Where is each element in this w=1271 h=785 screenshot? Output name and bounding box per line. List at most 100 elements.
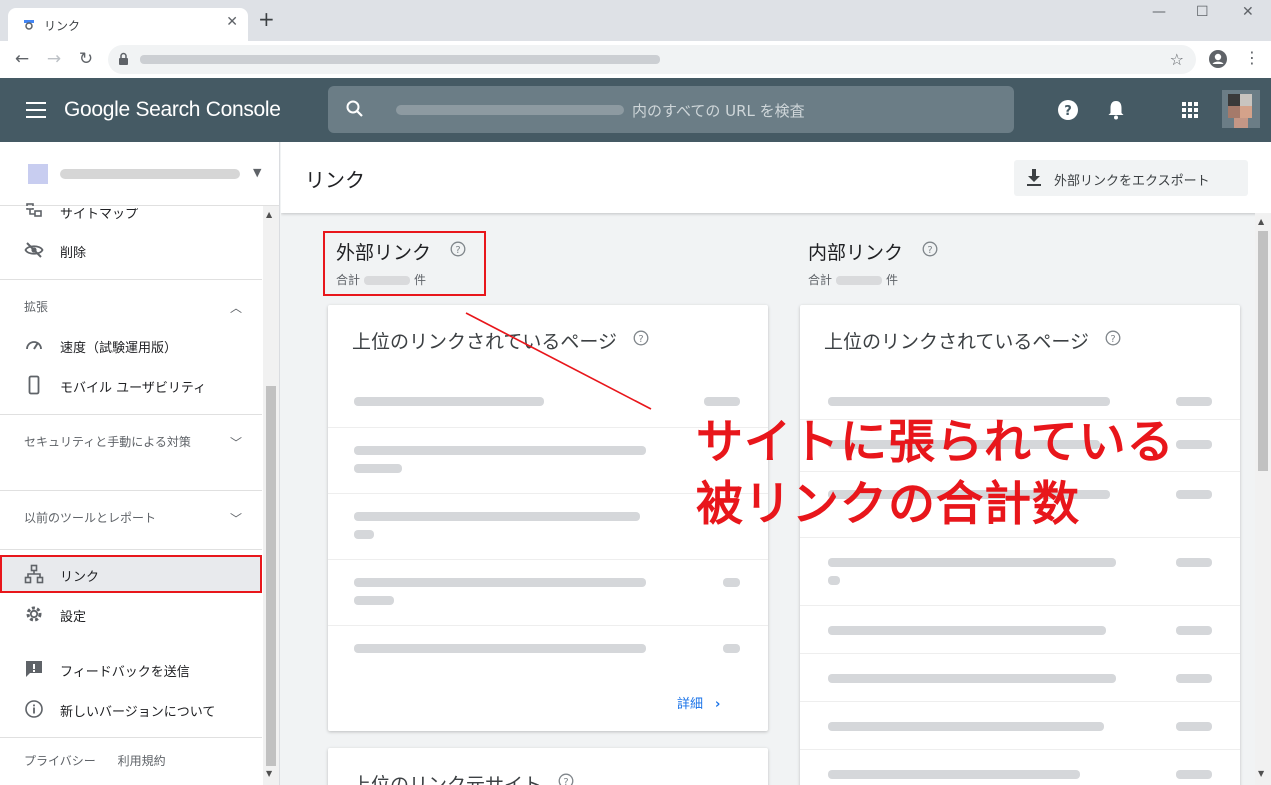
- chevron-down-icon[interactable]: ﹀: [230, 434, 242, 451]
- scrollbar-thumb[interactable]: [266, 386, 276, 766]
- tab-close-icon[interactable]: ✕: [226, 14, 238, 30]
- sidebar-item-label: フィードバックを送信: [60, 665, 190, 680]
- sitemap-icon: [26, 203, 42, 217]
- speed-icon: [26, 341, 42, 350]
- search-placeholder: 内のすべての URL を検査: [632, 102, 805, 120]
- card-title: 上位のリンク元サイト ?: [352, 770, 574, 785]
- export-external-links-button[interactable]: 外部リンクをエクスポート: [1014, 160, 1248, 196]
- search-console-favicon-icon: [24, 20, 34, 30]
- table-row[interactable]: [328, 559, 768, 625]
- internal-top-linked-pages-card: 上位のリンクされているページ ?: [800, 305, 1240, 785]
- scroll-down-icon[interactable]: ▼: [266, 769, 272, 778]
- internal-links-header: 内部リンク ? 合計件: [808, 238, 938, 288]
- back-icon[interactable]: ←: [12, 49, 32, 69]
- section-legacy-tools[interactable]: 以前のツールとレポート: [24, 508, 156, 528]
- table-row[interactable]: [800, 749, 1240, 785]
- card-title: 上位のリンクされているページ ?: [352, 327, 649, 354]
- minimize-icon[interactable]: —: [1152, 4, 1166, 20]
- forward-icon[interactable]: →: [44, 49, 64, 69]
- browser-toolbar: ← → ↻ ☆ ⋮: [0, 41, 1271, 78]
- sidebar-item-removals[interactable]: 削除: [0, 231, 262, 269]
- feedback-icon: [26, 661, 42, 677]
- download-icon: [1027, 169, 1041, 186]
- apps-grid-icon[interactable]: [1182, 102, 1198, 118]
- sidebar-divider: [0, 490, 262, 491]
- sidebar-item-about-new-version[interactable]: 新しいバージョンについて: [0, 690, 262, 728]
- svg-text:?: ?: [1110, 334, 1115, 345]
- sidebar-item-label: 設定: [60, 610, 87, 625]
- chevron-up-icon[interactable]: ︿: [230, 299, 242, 316]
- maximize-icon[interactable]: ☐: [1196, 4, 1209, 20]
- details-link[interactable]: 詳細 ›: [677, 693, 720, 712]
- help-outline-icon[interactable]: ?: [633, 330, 649, 346]
- url-inspection-search[interactable]: 内のすべての URL を検査: [328, 86, 1014, 133]
- annotation-line1: サイトに張られている: [696, 415, 1175, 470]
- bookmark-star-icon[interactable]: ☆: [1170, 50, 1184, 69]
- external-top-linking-sites-card: 上位のリンク元サイト ?: [328, 748, 768, 785]
- property-name-blurred: [60, 169, 240, 179]
- info-icon: [25, 700, 43, 718]
- browser-menu-icon[interactable]: ⋮: [1244, 48, 1260, 67]
- help-outline-icon[interactable]: ?: [558, 773, 574, 785]
- internal-links-total: 合計件: [808, 273, 899, 287]
- property-url-blurred: [396, 105, 624, 115]
- sidebar: ▼ サイトマップ 削除 拡張 ︿ 速度（試験運用版） モバイル ユーザビリティ: [0, 142, 280, 785]
- sidebar-divider: [0, 549, 262, 550]
- table-row[interactable]: [328, 625, 768, 671]
- new-tab-button[interactable]: +: [258, 9, 275, 29]
- menu-icon[interactable]: [26, 102, 46, 118]
- window-close-icon[interactable]: ✕: [1242, 4, 1254, 20]
- table-row[interactable]: [800, 701, 1240, 749]
- help-icon[interactable]: ?: [1058, 100, 1078, 120]
- sidebar-item-settings[interactable]: 設定: [0, 595, 262, 633]
- scroll-up-icon[interactable]: ▲: [266, 210, 272, 219]
- sidebar-item-speed[interactable]: 速度（試験運用版）: [0, 326, 262, 364]
- scroll-up-icon[interactable]: ▲: [1258, 217, 1264, 226]
- card-title: 上位のリンクされているページ ?: [824, 327, 1121, 354]
- annotation-line2: 被リンクの合計数: [696, 477, 1080, 532]
- address-bar[interactable]: ☆: [108, 45, 1196, 74]
- svg-text:?: ?: [563, 777, 568, 785]
- browser-tab-strip: リンク ✕ + — ☐ ✕: [0, 0, 1271, 41]
- reload-icon[interactable]: ↻: [76, 49, 96, 69]
- sidebar-item-label: リンク: [60, 570, 100, 585]
- table-row[interactable]: [800, 653, 1240, 701]
- browser-tab[interactable]: リンク ✕: [8, 8, 248, 41]
- address-url-blurred: [140, 55, 660, 64]
- chevron-down-icon[interactable]: ﹀: [230, 510, 242, 527]
- chevron-right-icon: ›: [715, 697, 721, 712]
- internal-links-title: 内部リンク: [808, 242, 904, 264]
- sidebar-divider: [0, 279, 262, 280]
- table-row[interactable]: [800, 605, 1240, 653]
- gear-icon: [26, 606, 42, 622]
- sidebar-item-sitemaps[interactable]: サイトマップ: [0, 192, 262, 230]
- sidebar-item-mobile-usability[interactable]: モバイル ユーザビリティ: [0, 366, 262, 404]
- app-header: Google Search Console 内のすべての URL を検査 ?: [0, 78, 1271, 142]
- property-favicon: [28, 164, 48, 184]
- help-outline-icon[interactable]: ?: [922, 241, 938, 257]
- external-links-highlight: [323, 231, 486, 296]
- sidebar-item-label: モバイル ユーザビリティ: [60, 381, 207, 396]
- scroll-down-icon[interactable]: ▼: [1258, 769, 1264, 778]
- terms-link[interactable]: 利用規約: [118, 754, 166, 768]
- app-logo[interactable]: Google Search Console: [64, 98, 281, 122]
- table-row[interactable]: [800, 537, 1240, 605]
- sidebar-scrollbar[interactable]: ▲ ▼: [263, 206, 279, 785]
- svg-text:?: ?: [638, 334, 643, 345]
- main-scrollbar[interactable]: ▲ ▼: [1255, 213, 1271, 785]
- tab-title: リンク: [44, 19, 81, 33]
- links-network-icon: [24, 564, 44, 584]
- total-count-blurred: [836, 276, 883, 285]
- scrollbar-thumb[interactable]: [1258, 231, 1268, 471]
- eye-off-icon: [24, 242, 44, 258]
- notifications-icon[interactable]: [1107, 100, 1125, 120]
- section-security-manual-actions[interactable]: セキュリティと手動による対策: [24, 432, 194, 452]
- account-icon[interactable]: [1208, 49, 1228, 69]
- sidebar-item-links[interactable]: リンク: [0, 555, 262, 593]
- svg-text:?: ?: [927, 245, 932, 256]
- section-enhancements[interactable]: 拡張: [24, 297, 48, 317]
- sidebar-item-feedback[interactable]: フィードバックを送信: [0, 650, 262, 688]
- user-avatar[interactable]: [1222, 90, 1260, 128]
- help-outline-icon[interactable]: ?: [1105, 330, 1121, 346]
- privacy-link[interactable]: プライバシー: [24, 754, 96, 768]
